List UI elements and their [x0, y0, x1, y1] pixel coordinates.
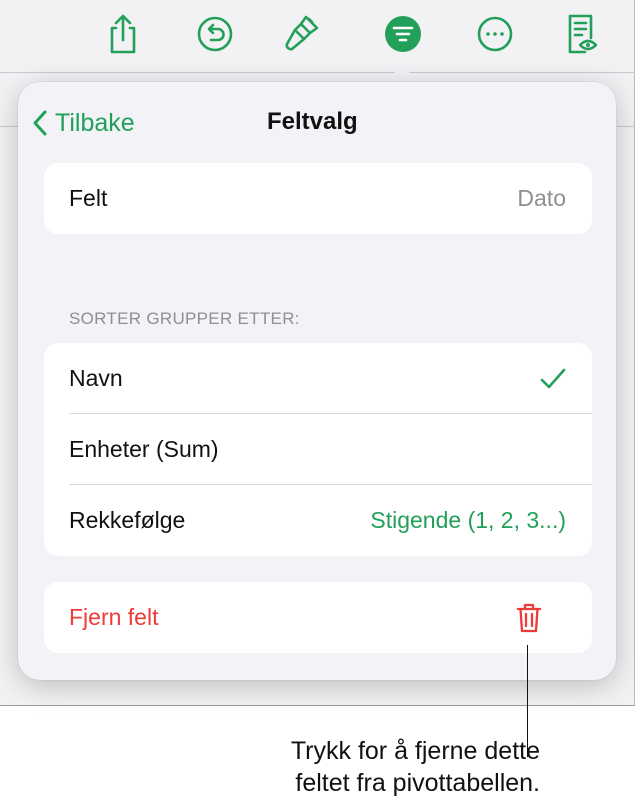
back-button[interactable]: Tilbake — [32, 106, 135, 140]
share-icon[interactable] — [101, 12, 145, 56]
field-card: Felt Dato — [44, 163, 592, 234]
field-label: Felt — [69, 185, 108, 211]
trash-icon — [516, 603, 542, 632]
app-window: Tilbake Feltvalg Felt Dato SORTER GRUPPE… — [0, 0, 635, 706]
sort-option-name[interactable]: Navn — [44, 343, 592, 414]
back-label: Tilbake — [55, 108, 135, 137]
field-value: Dato — [517, 185, 566, 211]
remove-field-button[interactable]: Fjern felt — [44, 582, 592, 653]
remove-field-label: Fjern felt — [69, 604, 159, 630]
callout-text: Trykk for å fjerne dette feltet fra pivo… — [220, 735, 540, 799]
callout-line-1: Trykk for å fjerne dette — [290, 737, 540, 765]
sort-option-label: Enheter (Sum) — [69, 436, 219, 462]
table-edge-right — [617, 126, 635, 127]
reading-view-icon[interactable] — [559, 12, 603, 56]
sort-order-value: Stigende (1, 2, 3...) — [370, 507, 566, 533]
sort-order-row[interactable]: Rekkefølge Stigende (1, 2, 3...) — [44, 485, 592, 556]
field-row[interactable]: Felt Dato — [44, 163, 592, 234]
undo-icon[interactable] — [193, 12, 237, 56]
sort-option-label: Navn — [69, 365, 123, 391]
table-edge-left — [0, 126, 18, 127]
remove-card: Fjern felt — [44, 582, 592, 653]
more-icon[interactable] — [473, 12, 517, 56]
toolbar-divider — [0, 72, 635, 73]
organize-icon[interactable] — [381, 12, 425, 56]
sort-section-header: SORTER GRUPPER ETTER: — [69, 309, 300, 328]
sort-option-units[interactable]: Enheter (Sum) — [44, 414, 592, 485]
popover-title: Feltvalg — [267, 108, 358, 135]
paintbrush-icon[interactable] — [280, 12, 324, 56]
popover-arrow — [385, 64, 419, 83]
callout-line-2: feltet fra pivottabellen. — [295, 769, 540, 797]
chevron-left-icon — [33, 110, 47, 136]
sort-card: Navn Enheter (Sum) Rekkefølge Stigende (… — [44, 343, 592, 556]
checkmark-icon — [540, 368, 566, 388]
sort-order-label: Rekkefølge — [69, 507, 186, 533]
